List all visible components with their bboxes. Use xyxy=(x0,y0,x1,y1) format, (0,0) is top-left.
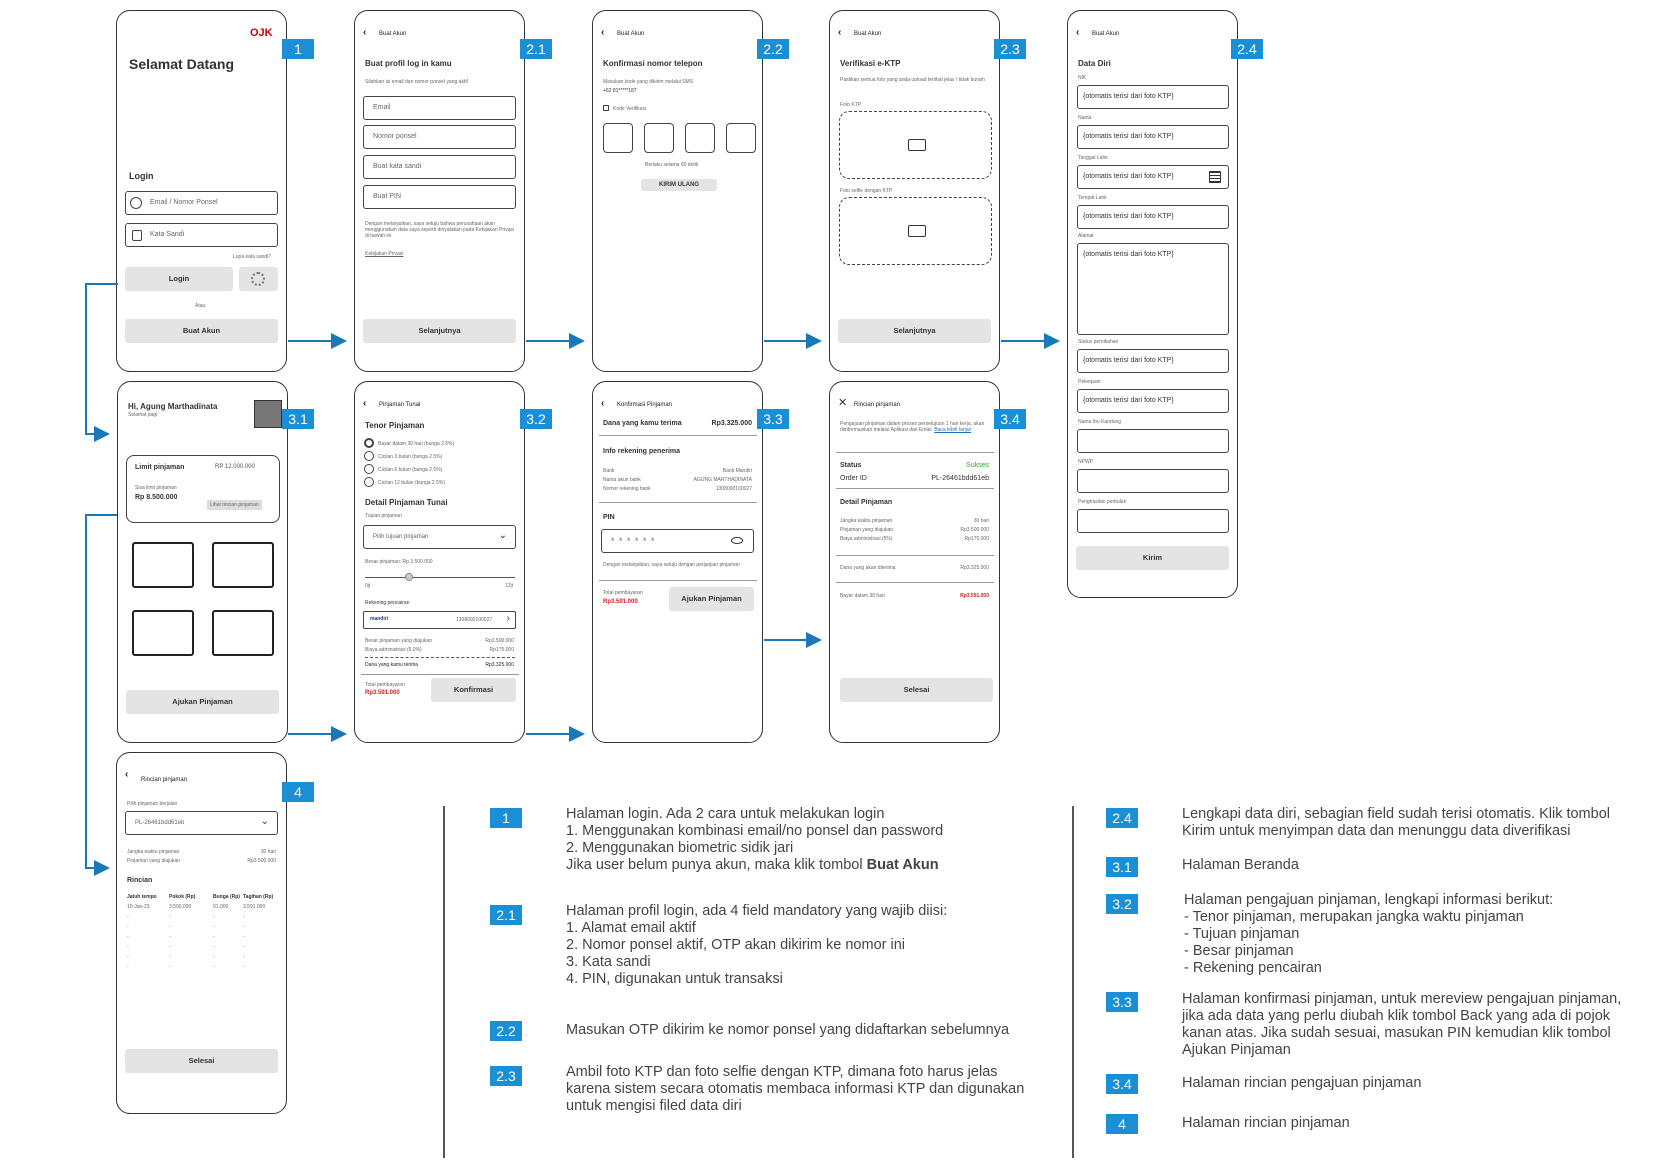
separator xyxy=(443,806,445,1158)
separator xyxy=(1072,806,1074,1158)
desc-3-4: Halaman rincian pengajuan pinjaman xyxy=(1182,1075,1422,1091)
desc-text: Jika user belum punya akun, maka klik to… xyxy=(566,857,867,873)
desc-bold: Buat Akun xyxy=(866,857,939,873)
desc-2-3: Ambil foto KTP dan foto selfie dengan KT… xyxy=(566,1064,1024,1115)
desc-2-1: Halaman profil login, ada 4 field mandat… xyxy=(566,903,947,988)
desc-line: 1. Menggunakan kombinasi email/no ponsel… xyxy=(566,823,944,839)
desc-line: Ajukan Pinjaman xyxy=(1182,1042,1291,1058)
desc-line: - Tujuan pinjaman xyxy=(1184,926,1300,942)
desc-line: Halaman pengajuan pinjaman, lengkapi inf… xyxy=(1184,892,1554,908)
arrow xyxy=(85,283,118,442)
desc-line: 3. Kata sandi xyxy=(566,954,651,970)
desc-1: Halaman login. Ada 2 cara untuk melakuka… xyxy=(566,806,943,874)
arrow xyxy=(85,514,117,876)
desc-line: untuk mengisi filed data diri xyxy=(566,1098,742,1114)
desc-line: Halaman konfirmasi pinjaman, untuk merev… xyxy=(1182,991,1622,1007)
desc-badge-1: 1 xyxy=(490,808,522,828)
desc-line: 2. Nomor ponsel aktif, OTP akan dikirim … xyxy=(566,937,906,953)
desc-line: Halaman profil login, ada 4 field mandat… xyxy=(566,903,948,919)
desc-badge-2-3: 2.3 xyxy=(490,1066,522,1086)
desc-badge-3-2: 3.2 xyxy=(1106,894,1138,914)
desc-line: jika ada data yang perlu diubah klik tom… xyxy=(1182,1008,1611,1024)
desc-4: Halaman rincian pinjaman xyxy=(1182,1115,1350,1131)
desc-line: 4. PIN, digunakan untuk transaksi xyxy=(566,971,783,987)
desc-badge-2-1: 2.1 xyxy=(490,905,522,925)
desc-line: - Besar pinjaman xyxy=(1184,943,1294,959)
desc-3-2: Halaman pengajuan pinjaman, lengkapi inf… xyxy=(1184,892,1553,977)
desc-badge-3-4: 3.4 xyxy=(1106,1074,1138,1094)
desc-2-2: Masukan OTP dikirim ke nomor ponsel yang… xyxy=(566,1022,1010,1038)
desc-badge-3-1: 3.1 xyxy=(1106,857,1138,877)
desc-badge-2-4: 2.4 xyxy=(1106,808,1138,828)
desc-3-1: Halaman Beranda xyxy=(1182,857,1299,873)
desc-line: - Rekening pencairan xyxy=(1184,960,1322,976)
desc-line: Lengkapi data diri, sebagian field sudah… xyxy=(1182,806,1610,822)
desc-3-3: Halaman konfirmasi pinjaman, untuk merev… xyxy=(1182,991,1621,1059)
desc-line: Kirim untuk menyimpan data dan menunggu … xyxy=(1182,823,1571,839)
desc-line: Halaman login. Ada 2 cara untuk melakuka… xyxy=(566,806,885,822)
desc-line: kanan atas. Jika sudah sesuai, masukan P… xyxy=(1182,1025,1611,1041)
desc-badge-3-3: 3.3 xyxy=(1106,992,1138,1012)
desc-line: Jika user belum punya akun, maka klik to… xyxy=(566,857,943,874)
desc-line: karena sistem secara otomatis membaca in… xyxy=(566,1081,1025,1097)
desc-line: 2. Menggunakan biometric sidik jari xyxy=(566,840,794,856)
desc-2-4: Lengkapi data diri, sebagian field sudah… xyxy=(1182,806,1610,840)
desc-line: 1. Alamat email aktif xyxy=(566,920,696,936)
desc-badge-2-2: 2.2 xyxy=(490,1021,522,1041)
desc-line: - Tenor pinjaman, merupakan jangka waktu… xyxy=(1184,909,1524,925)
desc-badge-4: 4 xyxy=(1106,1114,1138,1134)
desc-line: Ambil foto KTP dan foto selfie dengan KT… xyxy=(566,1064,998,1080)
